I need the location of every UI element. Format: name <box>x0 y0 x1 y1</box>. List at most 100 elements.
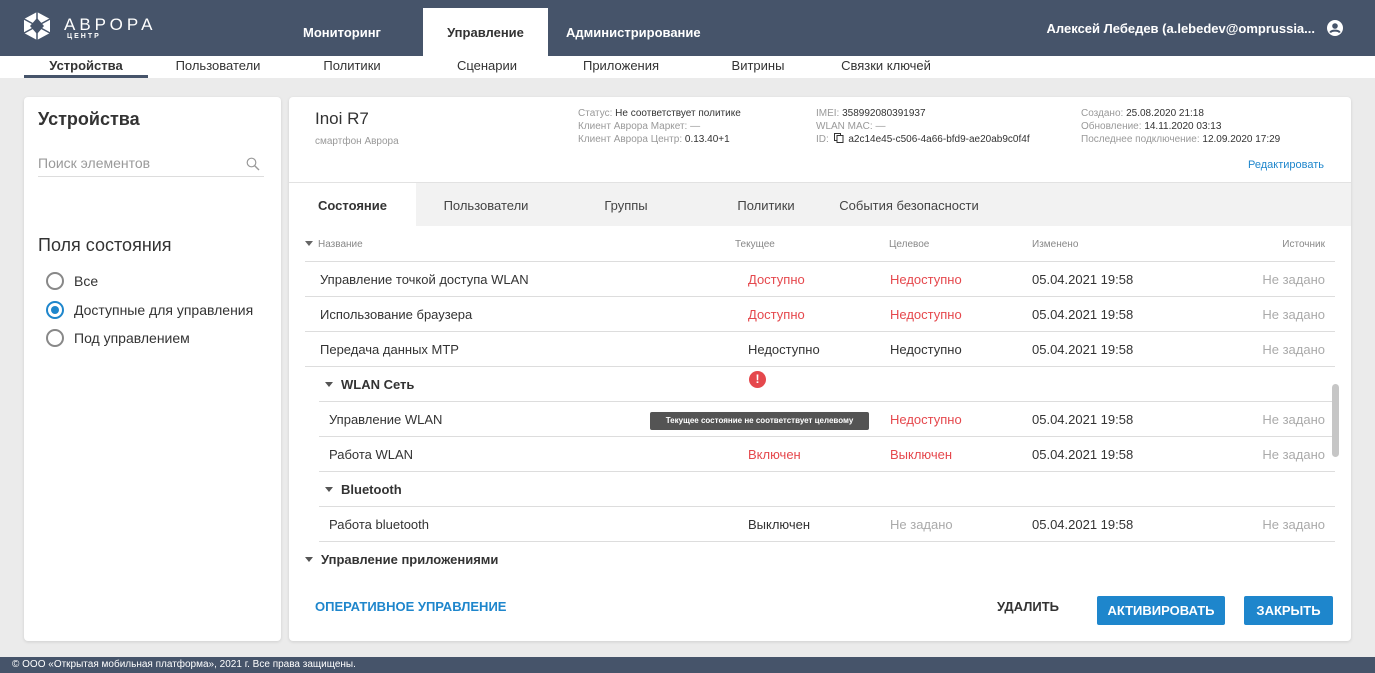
last-connection-value: 12.09.2020 17:29 <box>1202 134 1281 145</box>
row-changed: 05.04.2021 19:58 <box>1032 517 1134 532</box>
radio-label: Под управлением <box>74 330 190 346</box>
activate-button[interactable]: АКТИВИРОВАТЬ <box>1097 596 1225 625</box>
row-name: Передача данных MTP <box>320 342 459 357</box>
header-source: Источник <box>1282 239 1325 250</box>
row-changed: 05.04.2021 19:58 <box>1032 307 1134 322</box>
row-name: Работа bluetooth <box>329 517 430 532</box>
row-changed: 05.04.2021 19:58 <box>1032 272 1134 287</box>
close-button[interactable]: ЗАКРЫТЬ <box>1244 596 1333 625</box>
table-row[interactable]: Работа bluetooth Выключен Не задано 05.0… <box>319 507 1335 542</box>
radio-managed[interactable]: Под управлением <box>46 327 190 349</box>
group-row-applications[interactable]: Управление приложениями <box>305 542 1335 577</box>
group-title: Управление приложениями <box>305 552 498 567</box>
filter-panel: Устройства Поля состояния Все Доступные … <box>24 97 281 641</box>
table-row[interactable]: Использование браузера Доступно Недоступ… <box>305 297 1335 332</box>
subnav-scenarios[interactable]: Сценарии <box>437 56 537 78</box>
delete-button[interactable]: УДАЛИТЬ <box>997 599 1059 614</box>
main-tab-administration[interactable]: Администрирование <box>566 8 716 56</box>
center-client-label: Клиент Аврора Центр: <box>578 134 683 145</box>
status-label: Статус: <box>578 108 613 119</box>
chevron-down-icon <box>325 382 333 388</box>
row-target: Недоступно <box>890 412 962 427</box>
group-title: WLAN Сеть <box>325 377 414 392</box>
header-target: Целевое <box>889 239 930 250</box>
row-source: Не задано <box>1262 307 1325 322</box>
radio-button[interactable] <box>46 272 64 290</box>
table-row[interactable]: Передача данных MTP Недоступно Недоступн… <box>305 332 1335 367</box>
tab-policies[interactable]: Политики <box>696 183 836 227</box>
subnav-showcases[interactable]: Витрины <box>708 56 808 78</box>
row-target: Выключен <box>890 447 953 462</box>
tab-security-events[interactable]: События безопасности <box>819 183 999 227</box>
radio-label: Доступные для управления <box>74 302 254 318</box>
tab-groups[interactable]: Группы <box>556 183 696 227</box>
device-status-info: Статус: Не соответствует политике Клиент… <box>578 107 741 146</box>
table-header: Название Текущее Целевое Изменено Источн… <box>305 228 1335 262</box>
status-fields-title: Поля состояния <box>38 235 172 255</box>
created-value: 25.08.2020 21:18 <box>1126 108 1204 119</box>
user-menu[interactable]: Алексей Лебедев (a.lebedev@omprussia... <box>1047 8 1343 48</box>
updated-label: Обновление: <box>1081 121 1142 132</box>
subnav-applications[interactable]: Приложения <box>566 56 676 78</box>
header-current: Текущее <box>735 239 775 250</box>
radio-button[interactable] <box>46 301 64 319</box>
wlan-mac: WLAN MAC: — <box>816 121 886 132</box>
main-tab-management[interactable]: Управление <box>423 8 548 56</box>
subnav-policies[interactable]: Политики <box>303 56 401 78</box>
row-changed: 05.04.2021 19:58 <box>1032 447 1134 462</box>
subnav-users[interactable]: Пользователи <box>160 56 276 78</box>
row-current: Недоступно <box>748 342 820 357</box>
row-source: Не задано <box>1262 447 1325 462</box>
group-row-wlan[interactable]: WLAN Сеть <box>319 367 1335 402</box>
radio-label: Все <box>74 273 99 289</box>
tab-users[interactable]: Пользователи <box>416 183 556 227</box>
copyright-footer: © ООО «Открытая мобильная платформа», 20… <box>0 657 1375 673</box>
table-row[interactable]: Работа WLAN Включен Выключен 05.04.2021 … <box>319 437 1335 472</box>
action-bar: ОПЕРАТИВНОЕ УПРАВЛЕНИЕ УДАЛИТЬ АКТИВИРОВ… <box>289 581 1351 641</box>
logo-title: АВРОРА <box>64 15 157 34</box>
row-source: Не задано <box>1262 342 1325 357</box>
edit-link[interactable]: Редактировать <box>1248 159 1324 171</box>
device-hardware-info: IMEI: 358992080391937 WLAN MAC: — ID: a2… <box>816 107 1030 146</box>
subnav-devices[interactable]: Устройства <box>24 56 148 78</box>
search-icon[interactable] <box>246 157 260 171</box>
group-row-bluetooth[interactable]: Bluetooth <box>319 472 1335 507</box>
row-name: Использование браузера <box>320 307 473 322</box>
row-changed: 05.04.2021 19:58 <box>1032 412 1134 427</box>
row-target: Недоступно <box>890 342 962 357</box>
operational-control-button[interactable]: ОПЕРАТИВНОЕ УПРАВЛЕНИЕ <box>315 599 506 614</box>
table-scrollbar[interactable] <box>1332 384 1339 457</box>
header-name[interactable]: Название <box>305 239 363 250</box>
sort-caret-icon <box>305 240 313 246</box>
status-value: Не соответствует политике <box>615 108 741 119</box>
row-source: Не задано <box>1262 517 1325 532</box>
radio-available[interactable]: Доступные для управления <box>46 299 253 321</box>
exclamation-circle-icon[interactable]: ! <box>749 371 766 388</box>
chevron-down-icon <box>305 557 313 563</box>
tab-state[interactable]: Состояние <box>289 183 416 228</box>
main-tab-monitoring[interactable]: Мониторинг <box>289 8 395 56</box>
device-tabs: Состояние Пользователи Группы Политики С… <box>289 182 1351 228</box>
row-source: Не задано <box>1262 412 1325 427</box>
table-row[interactable]: Управление точкой доступа WLAN Доступно … <box>305 262 1335 297</box>
created-label: Создано: <box>1081 108 1124 119</box>
row-current: Выключен <box>748 517 811 532</box>
sub-navigation: Устройства Пользователи Политики Сценари… <box>0 56 1375 78</box>
radio-all[interactable]: Все <box>46 270 98 292</box>
logo-subtitle: ЦЕНТР <box>67 33 101 40</box>
device-details-panel: Inoi R7 смартфон Аврора Статус: Не соотв… <box>289 97 1351 641</box>
device-type: смартфон Аврора <box>315 136 399 147</box>
search-input[interactable] <box>38 151 238 171</box>
aurora-logo-icon <box>23 12 51 40</box>
subnav-keychains[interactable]: Связки ключей <box>836 56 936 78</box>
search-box <box>38 151 264 177</box>
last-connection-label: Последнее подключение: <box>1081 134 1200 145</box>
header-changed: Изменено <box>1032 239 1079 250</box>
mismatch-tooltip: Текущее состояние не соответствует целев… <box>650 412 869 430</box>
logo[interactable]: АВРОРА ЦЕНТР <box>22 9 222 43</box>
user-circle-icon <box>1327 20 1343 36</box>
top-bar: АВРОРА ЦЕНТР Мониторинг Управление Админ… <box>0 0 1375 56</box>
copy-icon[interactable] <box>833 133 844 143</box>
radio-button[interactable] <box>46 329 64 347</box>
row-name: Управление точкой доступа WLAN <box>320 272 529 287</box>
